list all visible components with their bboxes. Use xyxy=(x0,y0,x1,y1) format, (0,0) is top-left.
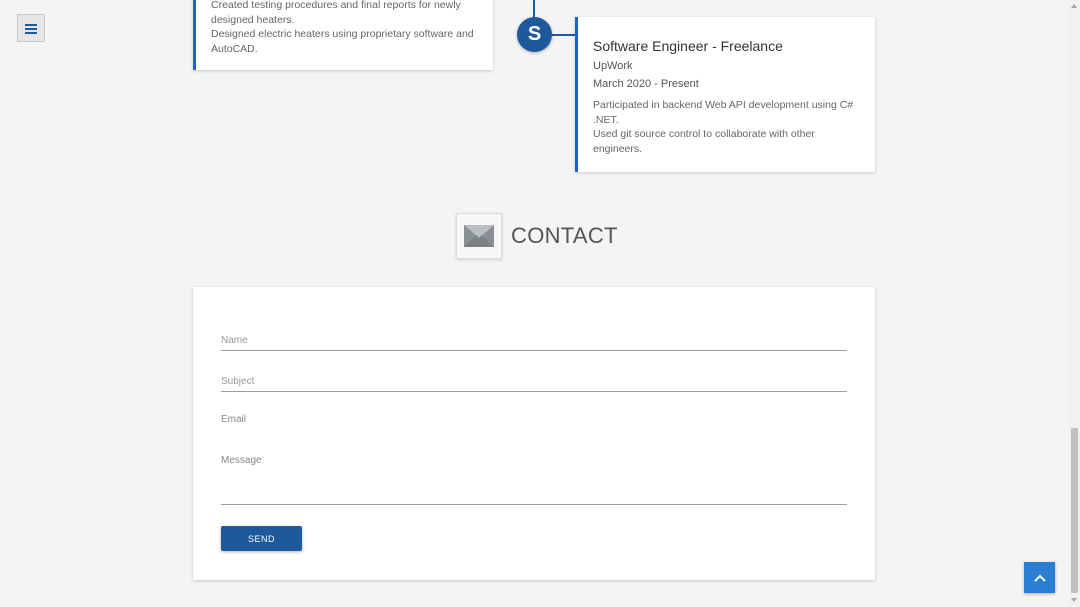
hamburger-menu-icon xyxy=(25,23,37,34)
timeline-connector xyxy=(552,34,576,36)
job-company: UpWork xyxy=(593,60,633,72)
section-title: CONTACT xyxy=(511,223,618,248)
timeline-card-current: Software Engineer - Freelance UpWork Mar… xyxy=(575,17,875,172)
email-label: Email xyxy=(221,414,247,425)
contact-heading: CONTACT xyxy=(456,213,618,259)
scrollbar[interactable] xyxy=(1069,0,1080,607)
back-to-top-button[interactable] xyxy=(1024,562,1055,593)
job-title: Software Engineer - Freelance xyxy=(593,38,783,54)
timeline-card-line: Designed electric heaters using propriet… xyxy=(211,28,474,55)
timeline-dot-letter: S xyxy=(527,23,542,45)
scrollbar-thumb[interactable] xyxy=(1071,428,1078,593)
send-button[interactable]: SEND xyxy=(221,526,302,551)
envelope-icon xyxy=(456,213,502,259)
menu-toggle-button[interactable] xyxy=(17,14,45,42)
message-textarea[interactable] xyxy=(221,470,847,505)
name-input[interactable] xyxy=(221,331,847,351)
timeline-dot: S xyxy=(517,17,552,52)
timeline-card-previous: Created testing procedures and final rep… xyxy=(193,0,493,70)
job-date: March 2020 - Present xyxy=(593,78,699,90)
job-description-line: Participated in backend Web API developm… xyxy=(593,99,854,126)
timeline-card-line: Created testing procedures and final rep… xyxy=(211,0,461,26)
subject-input[interactable] xyxy=(221,372,847,392)
scroll-down-arrow-icon[interactable] xyxy=(1071,598,1077,602)
scroll-up-arrow-icon[interactable] xyxy=(1071,4,1077,8)
message-label: Message xyxy=(221,455,262,466)
chevron-up-icon xyxy=(1033,574,1046,582)
job-description-line: Used git source control to collaborate w… xyxy=(593,128,815,155)
contact-form: Email Message SEND xyxy=(193,287,875,580)
